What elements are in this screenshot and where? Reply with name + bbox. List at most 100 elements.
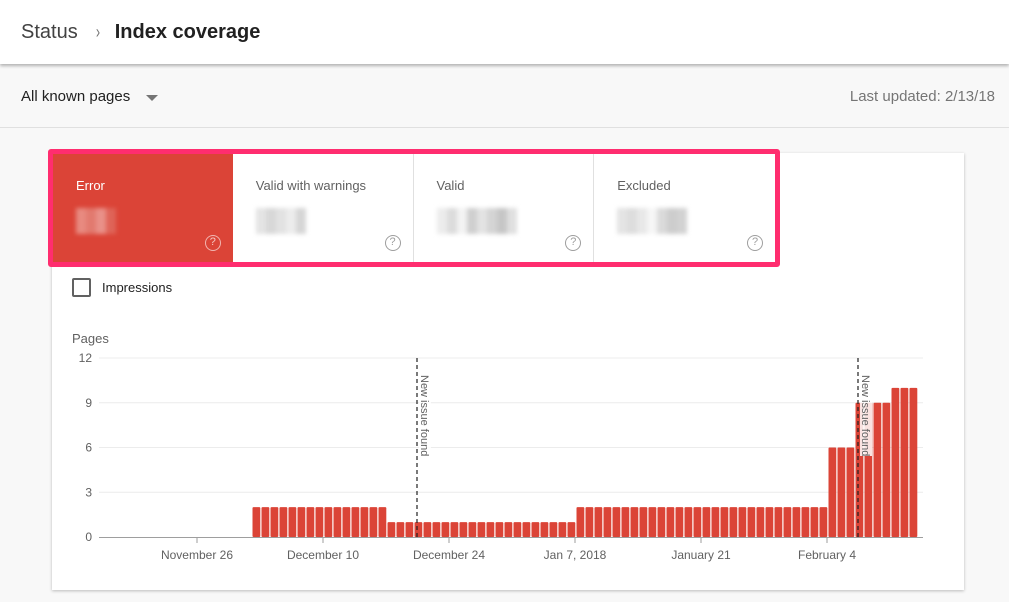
bar [774,507,783,537]
bar [684,507,693,537]
bar [729,507,738,537]
bar [747,507,756,537]
x-axis: November 26 December 10 December 24 Jan 7, … [99,537,923,562]
bar [342,507,351,537]
bar [648,507,657,537]
breadcrumb-status[interactable]: Status [21,21,78,44]
bar [450,522,459,537]
pages-filter-dropdown[interactable]: All known pages [21,88,159,105]
x-tick-label: February 4 [798,548,856,562]
bar [486,522,495,537]
x-tick-label: December 10 [287,548,359,562]
bar [756,507,765,537]
y-tick-label: 9 [85,396,92,410]
bar [261,507,270,537]
bar [576,507,585,537]
x-tick-label: January 21 [671,548,731,562]
bar [621,507,630,537]
bar [585,507,594,537]
annotation-label: New issue found [859,375,871,456]
bar [702,507,711,537]
annotation-label: New issue found [418,375,430,456]
coverage-card: Error ? Valid with warnings ? Valid ? Ex… [48,149,964,590]
bar [765,507,774,537]
bar [738,507,747,537]
bar [351,507,360,537]
bar [837,447,846,537]
bar [468,522,477,537]
bar [900,387,909,537]
bar [639,507,648,537]
bar [441,522,450,537]
bar [378,507,387,537]
bar [513,522,522,537]
bar [792,507,801,537]
bar [279,507,288,537]
bar [531,522,540,537]
bar [846,447,855,537]
bar [432,522,441,537]
bar [801,507,810,537]
bar [405,522,414,537]
bar [477,522,486,537]
bar [396,522,405,537]
y-tick-label: 6 [85,441,92,455]
bar [612,507,621,537]
last-updated: Last updated: 2/13/18 [849,88,995,105]
chevron-right-icon: › [95,21,100,42]
bar [270,507,279,537]
bar [495,522,504,537]
bar [288,507,297,537]
bar [414,522,423,537]
bar [315,507,324,537]
bar [882,402,891,537]
x-tick-label: Jan 7, 2018 [544,548,607,562]
caret-down-icon [146,94,159,101]
bar [873,402,882,537]
bar [387,522,396,537]
page-title: Index coverage [114,20,261,43]
y-tick-label: 3 [85,485,92,499]
bar [909,387,918,537]
annotation: New issue found [418,374,431,456]
y-tick-label: 12 [79,351,93,365]
bar [594,507,603,537]
bar [810,507,819,537]
filter-value: All known pages [21,88,131,105]
bar [369,507,378,537]
bar [720,507,729,537]
bar [783,507,792,537]
bar [297,507,306,537]
y-tick-label: 0 [85,530,92,544]
bar [657,507,666,537]
bar [567,522,576,537]
bar [360,507,369,537]
x-tick-label: December 24 [413,548,485,562]
bar [675,507,684,537]
bar [324,507,333,537]
bar [333,507,342,537]
bar [630,507,639,537]
coverage-chart: 0 3 6 9 12 New issue found New issue found No… [79,351,923,562]
bar [522,522,531,537]
bar [459,522,468,537]
x-tick-label: November 26 [161,548,233,562]
bar [693,507,702,537]
bars [252,387,918,537]
bar [711,507,720,537]
bar [423,522,432,537]
annotation: New issue found [859,374,872,456]
bar [603,507,612,537]
bar [306,507,315,537]
bar [819,507,828,537]
bar [891,387,900,537]
bar [828,447,837,537]
bar [540,522,549,537]
toolbar: All known pages Last updated: 2/13/18 [0,64,1009,128]
bar [252,507,261,537]
page-header: Status › Index coverage [0,0,1009,64]
bar [504,522,513,537]
bar [558,522,567,537]
bar [666,507,675,537]
bar [549,522,558,537]
